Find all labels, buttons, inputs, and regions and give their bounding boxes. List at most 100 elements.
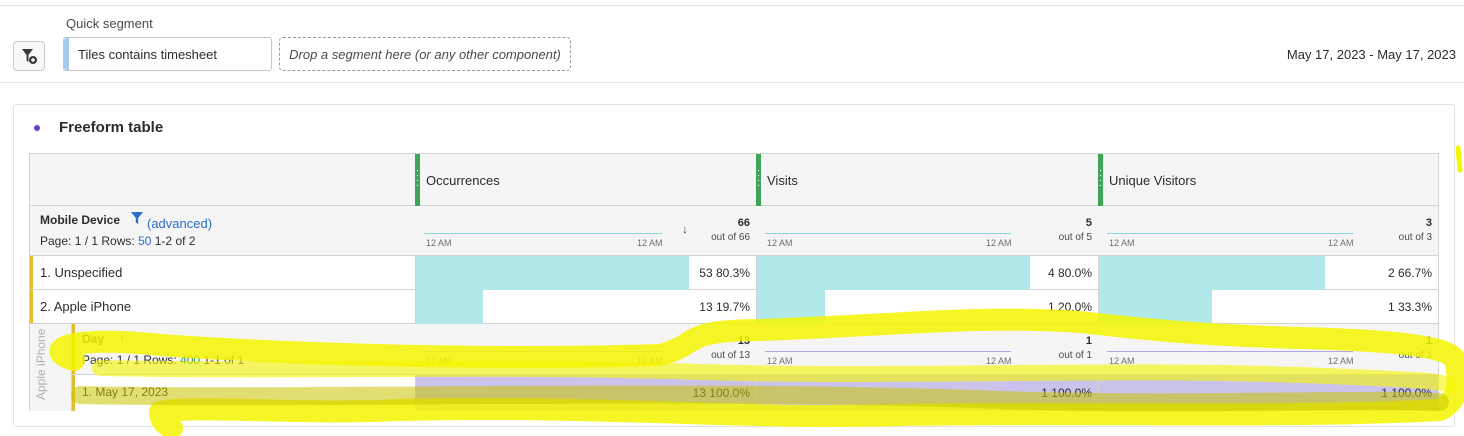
segment-chip-label: Tiles contains timesheet (78, 46, 217, 62)
metric-total: 1 (1085, 335, 1092, 347)
spark-end-label: 12 AM (637, 356, 663, 366)
row-accent (30, 290, 33, 323)
metric-header-visits[interactable]: Visits (756, 154, 1098, 206)
metric-name: Unique Visitors (1109, 173, 1197, 188)
value-bar (757, 290, 826, 324)
value-bar (1099, 290, 1212, 324)
metric-total: 13 (737, 335, 750, 347)
metric-summary-occurrences: 12 AM 12 AM 66 out of 66 (416, 206, 756, 256)
metric-drag-handle[interactable] (1098, 154, 1103, 206)
sparkline (424, 233, 662, 234)
spark-start-label: 12 AM (1109, 238, 1135, 248)
sparkline (765, 233, 1011, 234)
spark-start-label: 12 AM (426, 238, 452, 248)
metric-out-of: out of 66 (711, 232, 750, 243)
filter-icon[interactable] (130, 211, 144, 225)
breakdown-summary-unique-visitors: 12 AM 12 AM 1 out of 1 (1099, 324, 1438, 374)
metric-summary-unique-visitors: 12 AM 12 AM 3 out of 3 (1099, 206, 1438, 256)
breakdown-table-row[interactable]: 1. May 17, 2023 13 100.0% 1 100.0% 1 100… (72, 375, 1438, 411)
sparkline (765, 351, 1011, 352)
metric-drag-handle[interactable] (756, 154, 761, 206)
breakdown-parent-label: Apple iPhone (30, 324, 72, 411)
metric-drag-handle[interactable] (415, 154, 420, 206)
spark-end-label: 12 AM (1328, 356, 1354, 366)
metric-cell: 1 33.3% (1098, 290, 1438, 324)
highlight-stroke (1455, 145, 1463, 173)
advanced-filter-link[interactable]: (advanced) (147, 216, 212, 231)
metric-header-occurrences[interactable]: Occurrences (415, 154, 756, 206)
cell-value: 13 100.0% (692, 386, 750, 400)
spark-end-label: 12 AM (637, 238, 663, 248)
segment-chip[interactable]: Tiles contains timesheet (63, 37, 272, 71)
rows-per-page-select[interactable]: 400 (180, 353, 200, 367)
metric-cell: 4 80.0% (756, 256, 1098, 290)
row-label[interactable]: 1. May 17, 2023 (82, 385, 168, 399)
metric-total: 66 (737, 217, 750, 229)
spark-end-label: 12 AM (1328, 238, 1354, 248)
panel-title[interactable]: Freeform table (59, 119, 163, 136)
cell-value: 1 100.0% (1381, 386, 1432, 400)
page-info-label: Page: 1 / 1 Rows: (40, 234, 135, 248)
quick-segment-label: Quick segment (66, 16, 153, 31)
metric-total: 1 (1425, 335, 1432, 347)
metric-cell: 53 80.3% (415, 256, 756, 290)
sparkline (1107, 351, 1353, 352)
filter-add-icon (22, 49, 37, 64)
breakdown-pagination: Page: 1 / 1 Rows: 400 1-1 of 1 (82, 353, 244, 367)
metric-name: Occurrences (426, 173, 500, 188)
table-row[interactable]: 2. Apple iPhone 13 19.7% 1 20.0% 1 33.3% (30, 290, 1438, 324)
metric-out-of: out of 13 (711, 350, 750, 361)
metric-header-row: Occurrences Visits Unique Visitors (30, 154, 1438, 206)
date-range[interactable]: May 17, 2023 - May 17, 2023 (1287, 47, 1456, 62)
metric-total: 5 (1085, 217, 1092, 229)
add-segment-filter-button[interactable] (13, 41, 45, 71)
sparkline (1107, 233, 1353, 234)
metric-out-of: out of 1 (1398, 350, 1432, 361)
value-bar (1099, 256, 1326, 290)
dimension-name[interactable]: Mobile Device (40, 213, 120, 227)
value-bar (757, 256, 1030, 290)
row-accent (72, 324, 75, 374)
cell-value: 4 80.0% (1047, 266, 1092, 280)
metric-header-unique-visitors[interactable]: Unique Visitors (1098, 154, 1438, 206)
metric-cell: 1 100.0% (1098, 375, 1438, 411)
spark-start-label: 12 AM (426, 356, 452, 366)
metric-total: 3 (1425, 217, 1432, 229)
metric-out-of: out of 3 (1398, 232, 1432, 243)
cell-value: 53 80.3% (699, 266, 750, 280)
sort-down-icon[interactable]: ↓ (682, 222, 688, 236)
panel-status-dot (34, 125, 40, 131)
breakdown-dimension-name[interactable]: Day (82, 332, 104, 346)
rows-range: 1-2 of 2 (154, 234, 196, 248)
spark-start-label: 12 AM (767, 238, 793, 248)
metric-out-of: out of 5 (1058, 232, 1092, 243)
metric-out-of: out of 1 (1058, 350, 1092, 361)
breakdown-parent-text: Apple iPhone (34, 328, 48, 400)
metric-name: Visits (767, 173, 798, 188)
metric-cell: 13 19.7% (415, 290, 756, 324)
row-accent (30, 256, 33, 289)
metric-cell: 1 20.0% (756, 290, 1098, 324)
cell-value: 13 19.7% (699, 300, 750, 314)
segment-drop-zone[interactable]: Drop a segment here (or any other compon… (279, 37, 571, 71)
spark-start-label: 12 AM (1109, 356, 1135, 366)
table-row[interactable]: 1. Unspecified 53 80.3% 4 80.0% 2 66.7% (30, 256, 1438, 290)
metric-summary-visits: 12 AM 12 AM 5 out of 5 (757, 206, 1098, 256)
row-label[interactable]: 2. Apple iPhone (40, 299, 131, 314)
row-label[interactable]: 1. Unspecified (40, 265, 122, 280)
pagination-info: Page: 1 / 1 Rows: 50 1-2 of 2 (40, 234, 195, 248)
top-divider (0, 5, 1464, 6)
sort-up-icon[interactable]: ↑ (119, 331, 125, 345)
section-divider (0, 82, 1464, 83)
metric-cell: 13 100.0% (415, 375, 756, 411)
spark-end-label: 12 AM (986, 238, 1012, 248)
breakdown-summary-occurrences: 12 AM 12 AM 13 out of 13 (416, 324, 756, 374)
page-info-label: Page: 1 / 1 Rows: (82, 353, 177, 367)
cell-value: 2 66.7% (1387, 266, 1432, 280)
metric-cell: 2 66.7% (1098, 256, 1438, 290)
cell-value: 1 20.0% (1047, 300, 1092, 314)
rows-per-page-select[interactable]: 50 (138, 234, 151, 248)
sparkline (424, 351, 662, 352)
row-accent (72, 375, 75, 411)
freeform-table: Occurrences Visits Unique Visitors Mobil… (29, 153, 1439, 411)
